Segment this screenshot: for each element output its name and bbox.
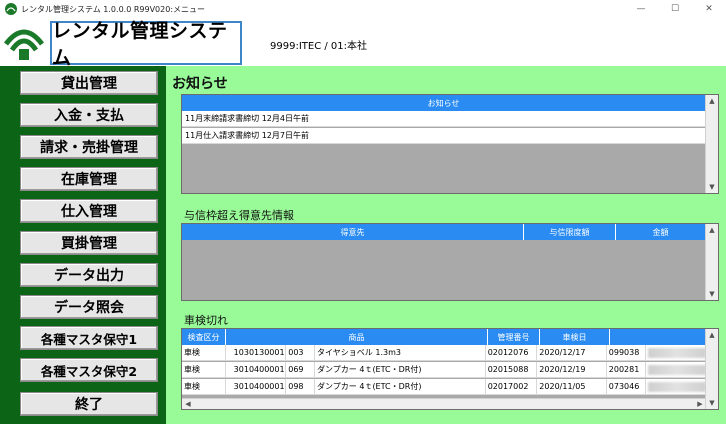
redacted-cell xyxy=(646,345,706,361)
column-header: 車検日 xyxy=(540,329,610,345)
product-sub: 069 xyxy=(286,361,316,378)
column-header: 金額 xyxy=(616,224,706,240)
product-code: 3010400001 xyxy=(226,378,287,395)
app-title-box: レンタル管理システム xyxy=(50,20,242,69)
menu-inventory-button[interactable]: 在庫管理 xyxy=(20,167,158,191)
credit-header: 得意先 与信限度額 金額 xyxy=(182,224,706,240)
inspection-date: 2020/12/17 xyxy=(537,344,607,361)
close-button[interactable]: ✕ xyxy=(692,0,726,18)
scroll-left-icon[interactable]: ◀ xyxy=(182,399,194,409)
notices-title: お知らせ xyxy=(172,76,228,92)
table-row[interactable]: 車検 1030130001 003 タイヤショベル 1.3m3 02012076… xyxy=(182,344,706,361)
menu-data-export-button[interactable]: データ出力 xyxy=(20,263,158,287)
inspection-kubun: 車検 xyxy=(182,344,226,361)
maximize-button[interactable]: ☐ xyxy=(658,0,692,18)
table-row[interactable]: 11月末締請求書締切 12月4日午前 xyxy=(182,110,706,127)
menu-payable-button[interactable]: 買掛管理 xyxy=(20,231,158,255)
column-header: 与信限度額 xyxy=(524,224,616,240)
app-header: レンタル管理システム 9999:ITEC / 01:本社 xyxy=(0,18,726,69)
main-menu: 貸出管理 入金・支払 請求・売掛管理 在庫管理 仕入管理 買掛管理 データ出力 … xyxy=(0,66,166,424)
company-logo xyxy=(4,29,44,60)
menu-master-1-button[interactable]: 各種マスタ保守1 xyxy=(20,326,158,350)
redacted-cell xyxy=(646,362,706,378)
menu-purchase-button[interactable]: 仕入管理 xyxy=(20,199,158,223)
product-code: 3010400001 xyxy=(226,361,287,378)
inspection-grid[interactable]: 検査区分 商品 管理番号 車検日 車検 1030130001 003 タイヤショ… xyxy=(181,328,719,410)
menu-data-inquiry-button[interactable]: データ照会 xyxy=(20,295,158,319)
product-sub: 098 xyxy=(286,378,316,395)
table-row[interactable]: 車検 3010400001 069 ダンプカー 4ｔ(ETC・DR付) 0201… xyxy=(182,361,706,378)
kanri-number: 02012076 xyxy=(486,344,538,361)
inspection-kubun: 車検 xyxy=(182,361,226,378)
kanri-number: 02015088 xyxy=(486,361,538,378)
redacted-cell xyxy=(646,379,706,395)
record-number: 073046 xyxy=(607,378,647,395)
notices-header: お知らせ xyxy=(182,95,706,111)
product-sub: 003 xyxy=(286,344,316,361)
window-title: レンタル管理システム 1.0.0.0 R99V020:メニュー xyxy=(21,4,206,14)
menu-master-2-button[interactable]: 各種マスタ保守2 xyxy=(20,358,158,382)
company-label: 9999:ITEC / 01:本社 xyxy=(270,41,367,52)
record-number: 099038 xyxy=(607,344,647,361)
inspection-kubun: 車検 xyxy=(182,378,226,395)
column-header: 得意先 xyxy=(182,224,524,240)
column-header: 商品 xyxy=(226,329,488,345)
vertical-scrollbar[interactable]: ▲ ▼ xyxy=(705,224,718,300)
scroll-up-icon[interactable]: ▲ xyxy=(706,224,718,236)
inspection-header: 検査区分 商品 管理番号 車検日 xyxy=(182,329,710,345)
kanri-number: 02017002 xyxy=(486,378,538,395)
column-header: お知らせ xyxy=(182,95,706,111)
product-code: 1030130001 xyxy=(226,344,287,361)
scroll-down-icon[interactable]: ▼ xyxy=(706,288,718,300)
scroll-up-icon[interactable]: ▲ xyxy=(706,329,718,341)
notice-text: 11月末締請求書締切 12月4日午前 xyxy=(182,110,706,127)
menu-billing-button[interactable]: 請求・売掛管理 xyxy=(20,135,158,159)
vertical-scrollbar[interactable]: ▲ ▼ xyxy=(705,329,718,409)
horizontal-scrollbar[interactable]: ◀ ▶ xyxy=(182,398,706,409)
table-row[interactable]: 11月仕入請求書締切 12月7日午前 xyxy=(182,127,706,144)
column-header: 検査区分 xyxy=(182,329,226,345)
product-name: ダンプカー 4ｔ(ETC・DR付) xyxy=(315,378,486,395)
inspection-date: 2020/12/19 xyxy=(537,361,607,378)
scroll-down-icon[interactable]: ▼ xyxy=(706,397,718,409)
credit-grid[interactable]: 得意先 与信限度額 金額 ▲ ▼ xyxy=(181,223,719,301)
menu-lending-button[interactable]: 貸出管理 xyxy=(20,71,158,95)
main-panel: お知らせ お知らせ 11月末締請求書締切 12月4日午前 11月仕入請求書締切 … xyxy=(166,66,726,424)
minimize-button[interactable]: — xyxy=(624,0,658,18)
scroll-up-icon[interactable]: ▲ xyxy=(706,95,718,107)
notice-text: 11月仕入請求書締切 12月7日午前 xyxy=(182,127,706,144)
notices-grid[interactable]: お知らせ 11月末締請求書締切 12月4日午前 11月仕入請求書締切 12月7日… xyxy=(181,94,719,194)
vertical-scrollbar[interactable]: ▲ ▼ xyxy=(705,95,718,193)
credit-title: 与信枠超え得意先情報 xyxy=(184,209,294,222)
inspection-title: 車検切れ xyxy=(184,314,228,327)
product-name: タイヤショベル 1.3m3 xyxy=(315,344,486,361)
scroll-down-icon[interactable]: ▼ xyxy=(706,181,718,193)
exit-button[interactable]: 終了 xyxy=(20,392,158,416)
app-icon xyxy=(5,3,17,15)
table-row[interactable]: 車検 3010400001 098 ダンプカー 4ｔ(ETC・DR付) 0201… xyxy=(182,378,706,395)
menu-payment-button[interactable]: 入金・支払 xyxy=(20,103,158,127)
column-header: 管理番号 xyxy=(488,329,540,345)
inspection-date: 2020/11/05 xyxy=(537,378,607,395)
column-header xyxy=(610,329,710,345)
record-number: 200281 xyxy=(607,361,647,378)
app-title: レンタル管理システム xyxy=(52,20,228,69)
product-name: ダンプカー 4ｔ(ETC・DR付) xyxy=(315,361,486,378)
